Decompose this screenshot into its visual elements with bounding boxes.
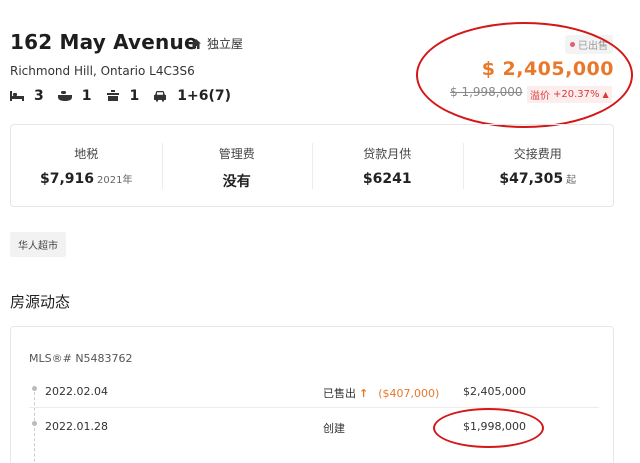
stat-value: $6241: [362, 171, 412, 187]
bathtub-icon: [57, 91, 72, 101]
history-event-label: 已售出: [323, 387, 356, 400]
tag-chinese-supermarket[interactable]: 华人超市: [10, 232, 66, 257]
kitchens: 1: [106, 88, 140, 104]
annotation-circle-history-price: [433, 408, 544, 448]
property-type-label: 独立屋: [207, 37, 244, 51]
property-type: 独立屋: [190, 35, 243, 52]
timeline-dot: [32, 386, 37, 391]
history-date: 2022.02.04: [45, 385, 108, 398]
arrow-up-icon: ↑: [359, 386, 369, 400]
bathrooms: 1: [57, 88, 92, 104]
bedroom-count: 3: [34, 88, 44, 104]
stat-suffix: 起: [566, 175, 577, 186]
stats-panel: 地税 $7,916 2021年 管理费 没有 贷款月供 $6241 交接费用 $4…: [10, 124, 614, 207]
stat-suffix: 2021年: [97, 175, 133, 186]
history-date: 2022.01.28: [45, 420, 108, 433]
stat-closing-costs[interactable]: 交接费用 $47,305 起: [462, 125, 614, 206]
history-event-label: 创建: [323, 422, 345, 435]
history-price: $2,405,000: [463, 385, 526, 398]
property-facts: 3 1 1 1+6(7): [10, 88, 245, 104]
listing-title: 162 May Avenue: [10, 30, 198, 54]
parking: 1+6(7): [153, 88, 231, 104]
stat-value: $7,916: [40, 171, 95, 187]
kitchen-icon: [106, 90, 119, 101]
stat-value: 没有: [222, 174, 251, 190]
timeline-dot: [32, 421, 37, 426]
annotation-circle-price: [416, 22, 633, 128]
address: Richmond Hill, Ontario L4C3S6: [10, 64, 195, 78]
bed-icon: [10, 91, 24, 101]
section-title: 房源动态: [10, 293, 71, 311]
stat-mortgage[interactable]: 贷款月供 $6241: [312, 125, 463, 206]
history-row: 2022.02.04 已售出 ↑ ($407,000) $2,405,000: [29, 374, 599, 408]
kitchen-count: 1: [129, 88, 140, 104]
history-event: 已售出 ↑ ($407,000): [323, 385, 439, 401]
stat-management-fee: 管理费 没有: [161, 125, 313, 206]
parking-count: 1+6(7): [177, 88, 232, 104]
stat-label: 管理费: [218, 147, 255, 161]
bathroom-count: 1: [81, 88, 92, 104]
stat-value: $47,305: [499, 171, 564, 187]
history-event: 创建: [323, 420, 345, 436]
bedrooms: 3: [10, 88, 44, 104]
stat-label: 贷款月供: [363, 147, 412, 161]
car-icon: [154, 91, 167, 102]
history-diff: ($407,000): [378, 386, 440, 400]
mls-number: MLS®# N5483762: [29, 352, 133, 365]
stat-label: 交接费用: [513, 147, 562, 161]
stat-property-tax: 地税 $7,916 2021年: [11, 125, 162, 206]
home-icon: [191, 38, 201, 49]
stat-label: 地税: [74, 147, 99, 161]
